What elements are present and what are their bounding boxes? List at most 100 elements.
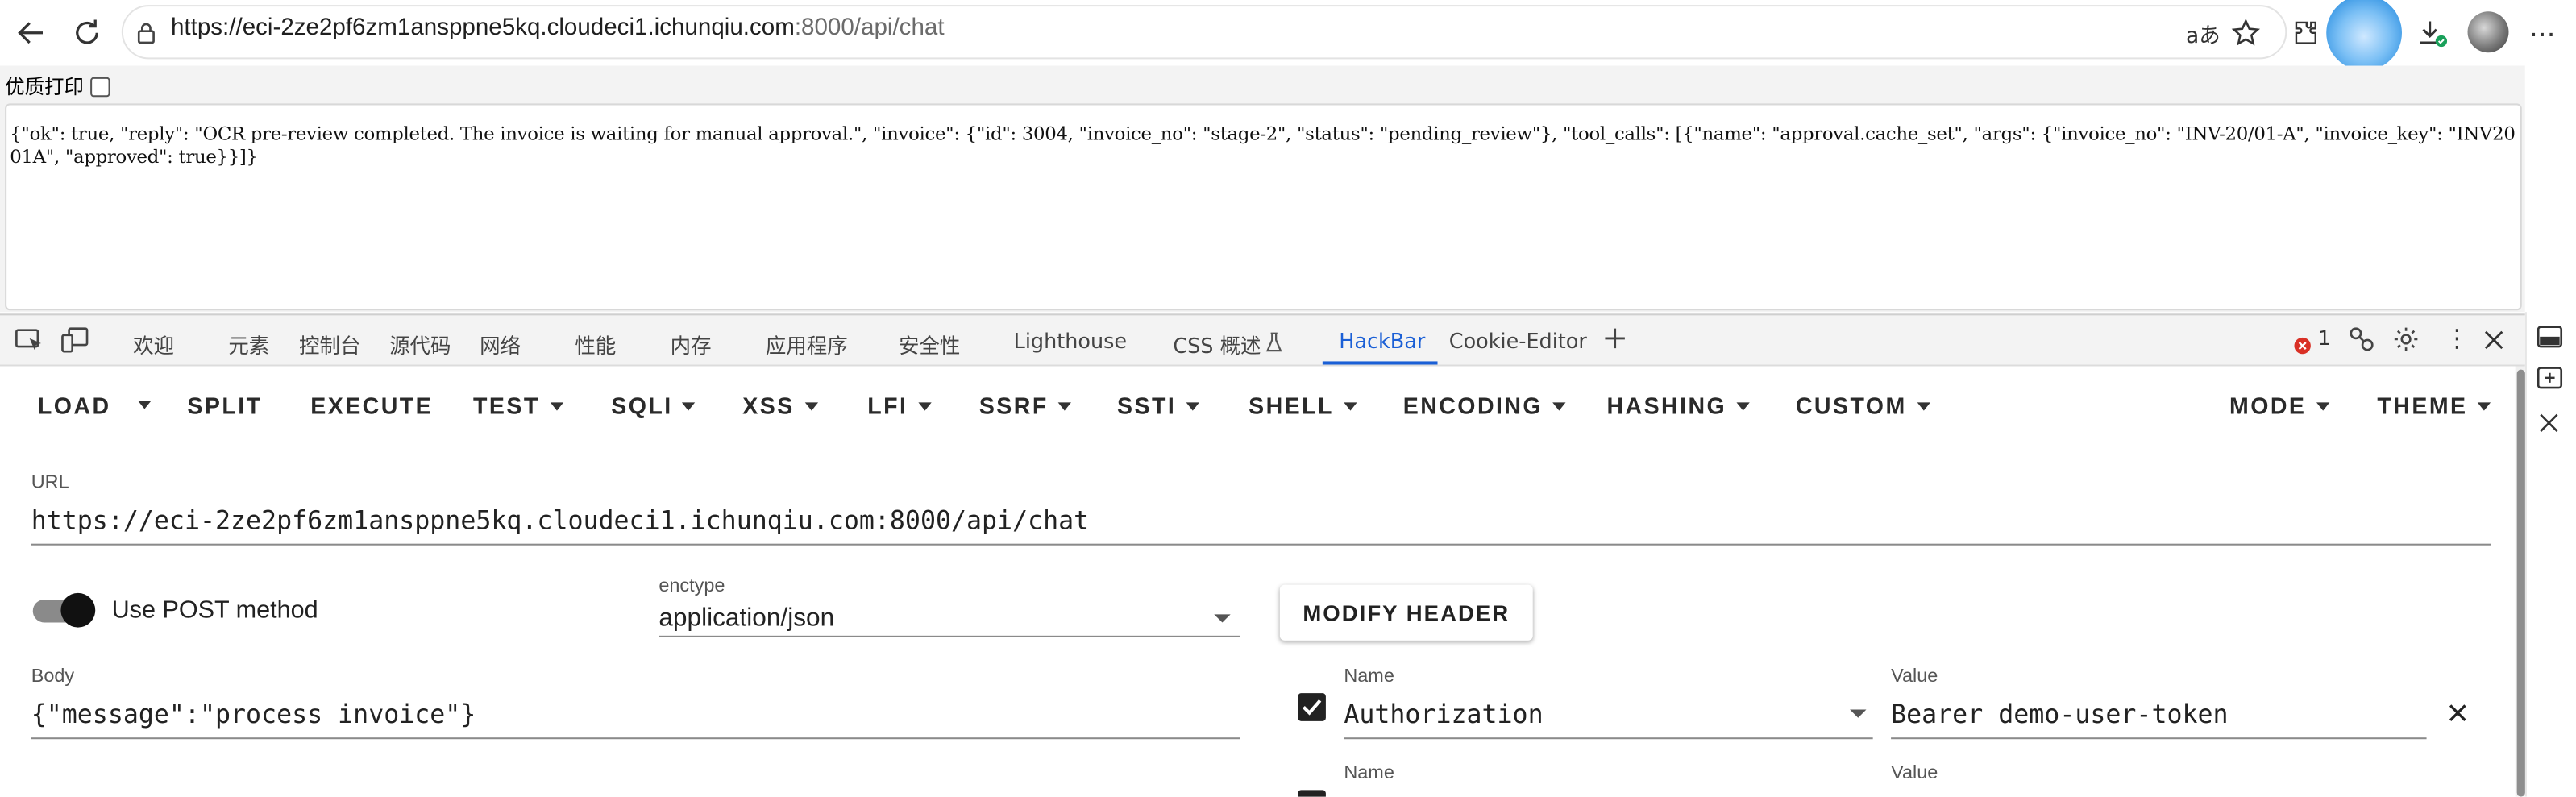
chevron-down-icon bbox=[550, 401, 563, 410]
header-1-checkbox[interactable] bbox=[1298, 693, 1326, 721]
tab-elements[interactable]: 元素 bbox=[228, 329, 269, 360]
header-1-name-label: Name bbox=[1344, 666, 1394, 687]
tab-css-overview[interactable]: CSS 概述 bbox=[1173, 329, 1261, 360]
error-icon[interactable] bbox=[2293, 330, 2311, 362]
tab-cookie-editor[interactable]: Cookie-Editor bbox=[1449, 329, 1587, 354]
reload-button[interactable] bbox=[66, 11, 109, 54]
chevron-down-icon bbox=[1916, 401, 1930, 410]
theme-menu-label: THEME bbox=[2377, 392, 2468, 419]
body-field-label: Body bbox=[31, 666, 75, 687]
chevron-down-icon bbox=[1736, 401, 1750, 410]
tab-performance[interactable]: 性能 bbox=[575, 329, 616, 360]
hashing-menu[interactable]: HASHING bbox=[1606, 392, 1750, 419]
remove-header-close-icon[interactable] bbox=[2448, 698, 2467, 729]
url-port-path: :8000/api/chat bbox=[794, 15, 945, 41]
tab-sources[interactable]: 源代码 bbox=[389, 329, 451, 360]
tab-application[interactable]: 应用程序 bbox=[766, 329, 848, 360]
ssti-menu-label: SSTI bbox=[1117, 392, 1177, 419]
read-aloud-icon[interactable]: aあ bbox=[2183, 13, 2223, 52]
dock-side-icon[interactable] bbox=[2537, 365, 2563, 396]
ssrf-menu-label: SSRF bbox=[978, 392, 1049, 419]
sqli-menu[interactable]: SQLI bbox=[611, 392, 696, 419]
lfi-menu[interactable]: LFI bbox=[867, 392, 931, 419]
hackbar-scrollbar[interactable] bbox=[2516, 369, 2525, 797]
settings-gear-icon[interactable] bbox=[2392, 326, 2420, 360]
custom-menu-label: CUSTOM bbox=[1795, 392, 1907, 419]
header-2-value-label: Value bbox=[1891, 763, 1938, 784]
chevron-down-icon bbox=[917, 401, 931, 410]
url-input-underline bbox=[31, 543, 2491, 546]
tab-security[interactable]: 安全性 bbox=[899, 329, 960, 360]
tab-memory[interactable]: 内存 bbox=[671, 329, 712, 360]
load-dropdown-caret[interactable] bbox=[138, 401, 152, 409]
theme-menu[interactable]: THEME bbox=[2377, 392, 2491, 419]
ssti-menu[interactable]: SSTI bbox=[1117, 392, 1199, 419]
device-emulation-icon[interactable] bbox=[60, 327, 90, 360]
xss-menu[interactable]: XSS bbox=[742, 392, 818, 419]
post-toggle-knob[interactable] bbox=[60, 592, 96, 628]
modify-header-button[interactable]: MODIFY HEADER bbox=[1279, 584, 1533, 641]
site-info-icon[interactable] bbox=[135, 19, 158, 51]
inspect-element-icon[interactable] bbox=[15, 327, 44, 360]
page-right-gutter bbox=[2524, 65, 2576, 313]
sqli-menu-label: SQLI bbox=[611, 392, 673, 419]
custom-menu[interactable]: CUSTOM bbox=[1796, 392, 1930, 419]
downloads-icon[interactable] bbox=[2412, 13, 2451, 52]
devtools-more-icon[interactable]: ⋮ bbox=[2445, 324, 2470, 354]
tab-console[interactable]: 控制台 bbox=[299, 329, 360, 360]
profile-avatar[interactable] bbox=[2467, 11, 2509, 53]
chevron-down-icon bbox=[2316, 401, 2329, 410]
response-json: {"ok": true, "reply": "OCR pre-review co… bbox=[5, 103, 2522, 311]
print-checkbox[interactable] bbox=[90, 76, 110, 97]
back-button[interactable] bbox=[10, 11, 52, 54]
enctype-chevron-down-icon[interactable] bbox=[1214, 614, 1231, 623]
body-input[interactable]: {"message":"process invoice"} bbox=[31, 699, 476, 729]
header-name-chevron-down-icon[interactable] bbox=[1850, 709, 1867, 718]
connection-icon[interactable] bbox=[2348, 326, 2376, 360]
url-field-label: URL bbox=[31, 473, 69, 493]
header-1-value-input[interactable]: Bearer demo-user-token bbox=[1891, 699, 2228, 729]
split-button[interactable]: SPLIT bbox=[187, 392, 262, 419]
shell-menu-label: SHELL bbox=[1249, 392, 1334, 419]
tab-lighthouse[interactable]: Lighthouse bbox=[1014, 329, 1127, 354]
header-2-name-label: Name bbox=[1344, 763, 1394, 784]
enctype-select[interactable]: application/json bbox=[659, 604, 834, 634]
execute-button[interactable]: EXECUTE bbox=[310, 392, 433, 419]
hackbar-panel bbox=[0, 366, 2516, 797]
tab-welcome[interactable]: 欢迎 bbox=[133, 329, 174, 360]
url-host: https://eci-2ze2pf6zm1ansppne5kq.cloudec… bbox=[170, 15, 795, 41]
tab-network[interactable]: 网络 bbox=[480, 329, 521, 360]
chevron-down-icon bbox=[1344, 401, 1357, 410]
lfi-menu-label: LFI bbox=[867, 392, 908, 419]
shell-menu[interactable]: SHELL bbox=[1249, 392, 1357, 419]
load-button[interactable]: LOAD bbox=[38, 392, 111, 419]
extensions-icon[interactable] bbox=[2287, 13, 2326, 52]
encoding-menu[interactable]: ENCODING bbox=[1403, 392, 1566, 419]
chevron-down-icon bbox=[1186, 401, 1199, 410]
test-menu[interactable]: TEST bbox=[473, 392, 563, 419]
header-1-name-underline bbox=[1344, 737, 1873, 740]
url-input[interactable]: https://eci-2ze2pf6zm1ansppne5kq.cloudec… bbox=[31, 506, 1089, 536]
ssrf-menu[interactable]: SSRF bbox=[978, 392, 1072, 419]
close-devtools-icon[interactable] bbox=[2483, 327, 2506, 359]
chevron-down-icon bbox=[682, 401, 696, 410]
mode-menu[interactable]: MODE bbox=[2229, 392, 2329, 419]
add-tab-plus-icon[interactable] bbox=[1602, 326, 1628, 359]
more-options-icon[interactable]: ⋯ bbox=[2524, 13, 2563, 52]
address-url[interactable]: https://eci-2ze2pf6zm1ansppne5kq.cloudec… bbox=[171, 15, 945, 41]
header-1-value-underline bbox=[1891, 737, 2427, 740]
hashing-menu-label: HASHING bbox=[1606, 392, 1727, 419]
header-1-name-input[interactable]: Authorization bbox=[1344, 699, 1543, 729]
tab-hackbar[interactable]: HackBar bbox=[1339, 329, 1425, 354]
print-toggle[interactable]: 优质打印 bbox=[5, 73, 110, 101]
header-2-checkbox[interactable] bbox=[1298, 790, 1326, 797]
post-method-label: Use POST method bbox=[111, 596, 318, 625]
dock-bottom-icon[interactable] bbox=[2537, 324, 2563, 355]
favorite-star-icon[interactable] bbox=[2226, 13, 2266, 52]
body-input-underline bbox=[31, 737, 1240, 740]
reload-icon bbox=[76, 19, 98, 44]
xss-menu-label: XSS bbox=[742, 392, 795, 419]
mode-menu-label: MODE bbox=[2229, 392, 2307, 419]
error-count[interactable]: 1 bbox=[2318, 327, 2331, 351]
close-side-icon[interactable] bbox=[2538, 409, 2559, 441]
